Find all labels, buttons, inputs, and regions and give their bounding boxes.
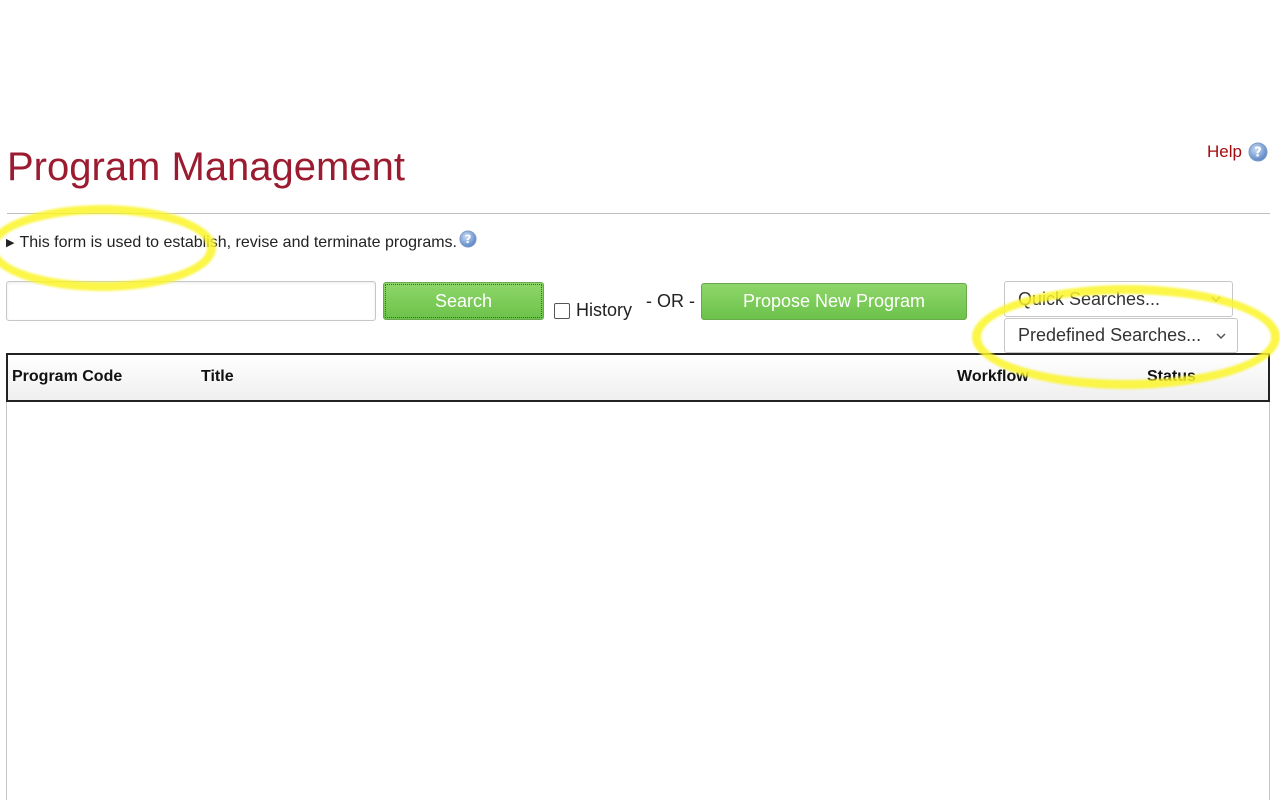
table-header: Program Code Title Workflow Status (6, 353, 1270, 402)
svg-text:?: ? (465, 232, 472, 246)
predefined-searches-value: Predefined Searches... (1018, 325, 1202, 345)
column-header-workflow[interactable]: Workflow (957, 368, 1029, 386)
column-header-program-code[interactable]: Program Code (12, 368, 122, 386)
page: Program Management Help ? ▶ This form is… (0, 0, 1280, 800)
quick-searches-select[interactable]: Quick Searches... (1004, 281, 1233, 317)
help-link[interactable]: Help ? (1207, 142, 1268, 162)
or-separator: - OR - (646, 291, 695, 311)
quick-searches-value: Quick Searches... (1018, 288, 1161, 309)
chevron-down-icon (1216, 332, 1226, 339)
page-title: Program Management (7, 145, 405, 189)
chevron-down-icon (1211, 296, 1221, 303)
history-checkbox[interactable] (554, 302, 570, 319)
description-text: This form is used to establish, revise a… (19, 234, 457, 251)
help-icon[interactable]: ? (1248, 142, 1268, 162)
svg-text:?: ? (1254, 146, 1262, 161)
info-icon[interactable]: ? (459, 230, 477, 248)
search-button[interactable]: Search (383, 282, 544, 320)
table-body (6, 402, 1270, 800)
search-input[interactable] (6, 281, 376, 321)
history-label: History (576, 300, 633, 320)
history-toggle[interactable]: History (554, 300, 632, 321)
predefined-searches-select[interactable]: Predefined Searches... (1004, 318, 1238, 353)
description-row: ▶ This form is used to establish, revise… (6, 230, 477, 256)
header-divider (7, 213, 1270, 214)
propose-new-program-button[interactable]: Propose New Program (701, 283, 967, 320)
column-header-title[interactable]: Title (201, 368, 234, 386)
triangle-right-icon[interactable]: ▶ (6, 230, 14, 256)
help-label: Help (1207, 142, 1242, 161)
column-header-status[interactable]: Status (1147, 368, 1196, 386)
